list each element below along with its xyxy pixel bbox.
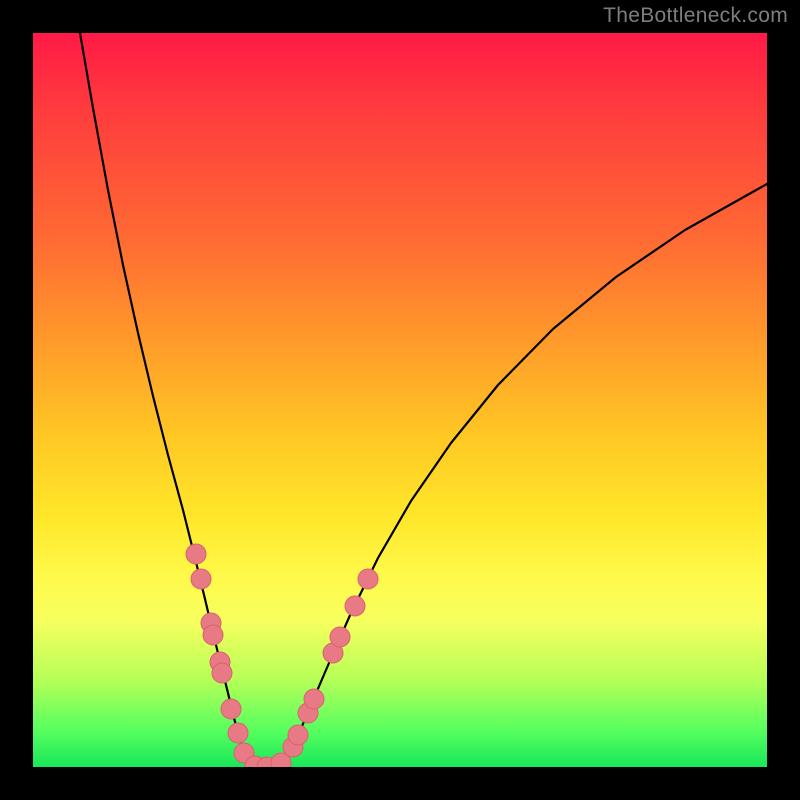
marker-dot	[212, 663, 232, 683]
marker-dot	[304, 689, 324, 709]
watermark-text: TheBottleneck.com	[603, 4, 788, 28]
chart-svg	[33, 33, 767, 767]
marker-dot	[221, 699, 241, 719]
marker-dot	[288, 725, 308, 745]
marker-dot	[345, 596, 365, 616]
curve-path	[80, 33, 767, 767]
marker-dot	[186, 544, 206, 564]
chart-canvas	[33, 33, 767, 767]
marker-dot	[203, 625, 223, 645]
bottleneck-curve	[80, 33, 767, 767]
marker-dot	[191, 569, 211, 589]
marker-dot	[330, 627, 350, 647]
outer-frame: TheBottleneck.com	[0, 0, 800, 800]
marker-dots	[186, 544, 378, 767]
marker-dot	[228, 723, 248, 743]
marker-dot	[358, 569, 378, 589]
